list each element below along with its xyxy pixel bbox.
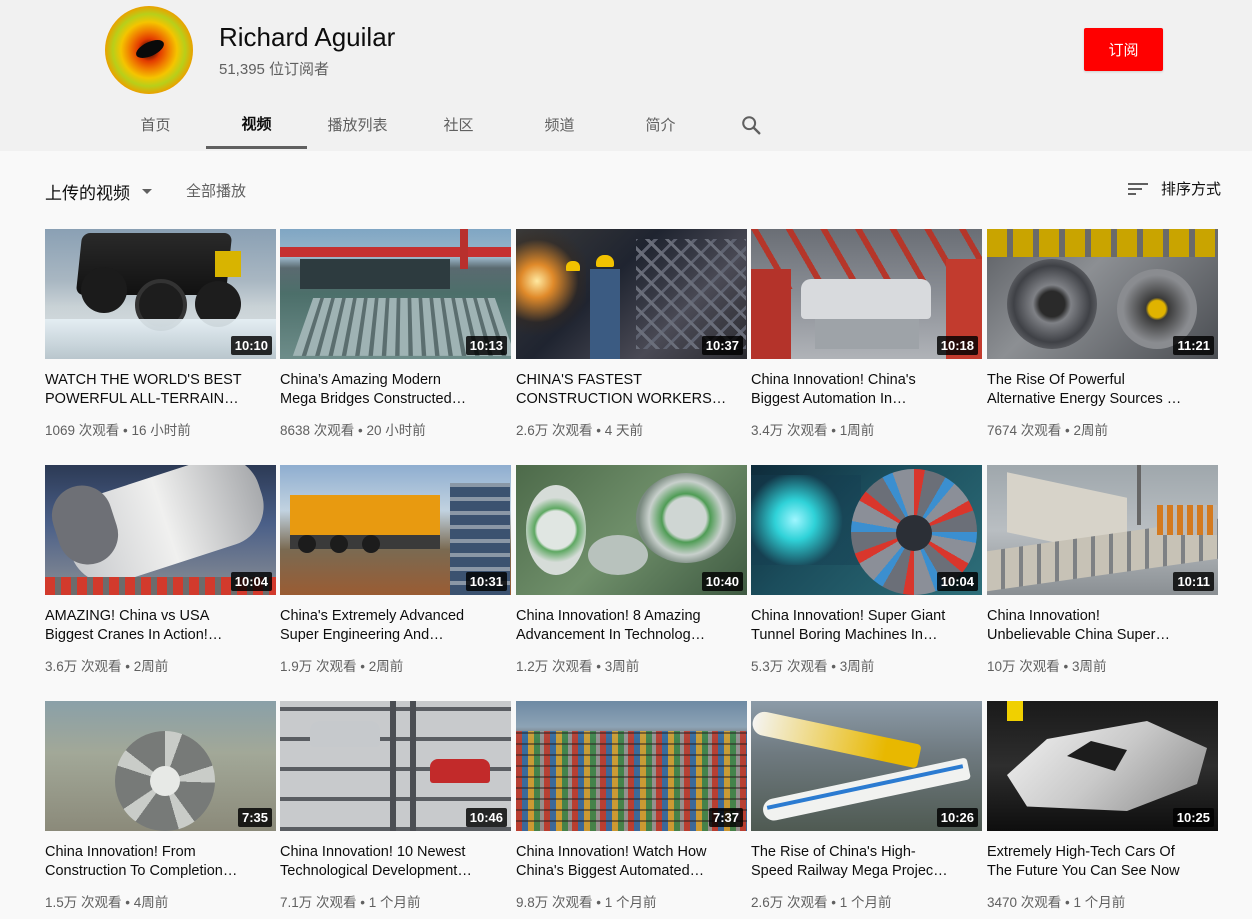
channel-header: Richard Aguilar 51,395 位订阅者 订阅 首页 视频 播放列… bbox=[0, 0, 1252, 151]
tab-playlists[interactable]: 播放列表 bbox=[307, 100, 408, 149]
video-card[interactable]: 10:13 China’s Amazing Modern Mega Bridges… bbox=[280, 229, 511, 439]
video-thumbnail[interactable]: 10:40 bbox=[516, 465, 747, 595]
video-thumbnail[interactable]: 10:25 bbox=[987, 701, 1218, 831]
video-card[interactable]: 10:37 CHINA'S FASTEST CONSTRUCTION WORKER… bbox=[516, 229, 747, 439]
video-card[interactable]: 10:10 WATCH THE WORLD'S BEST POWERFUL ALL… bbox=[45, 229, 276, 439]
video-title[interactable]: Extremely High-Tech Cars Of The Future Yo… bbox=[987, 843, 1218, 881]
video-meta: 2.6万 次观看 • 4 天前 bbox=[516, 423, 644, 438]
tab-community[interactable]: 社区 bbox=[408, 100, 509, 149]
video-duration: 10:10 bbox=[230, 336, 272, 355]
video-meta: 3.6万 次观看 • 2周前 bbox=[45, 659, 169, 674]
video-meta: 3.4万 次观看 • 1周前 bbox=[751, 423, 875, 438]
video-thumbnail[interactable]: 10:46 bbox=[280, 701, 511, 831]
video-duration: 7:37 bbox=[708, 808, 743, 827]
channel-tabs: 首页 视频 播放列表 社区 频道 简介 bbox=[105, 100, 791, 151]
video-card[interactable]: 10:11 China Innovation! Unbelievable Chin… bbox=[987, 465, 1218, 675]
subscriber-count: 51,395 位订阅者 bbox=[219, 61, 330, 78]
video-meta: 1069 次观看 • 16 小时前 bbox=[45, 423, 191, 438]
video-thumbnail[interactable]: 10:10 bbox=[45, 229, 276, 359]
video-title[interactable]: The Rise Of Powerful Alternative Energy S… bbox=[987, 371, 1218, 409]
video-title[interactable]: China Innovation! China's Biggest Automat… bbox=[751, 371, 982, 409]
video-title[interactable]: China Innovation! Unbelievable China Supe… bbox=[987, 607, 1218, 645]
tab-home[interactable]: 首页 bbox=[105, 100, 206, 149]
subscribe-button[interactable]: 订阅 bbox=[1084, 28, 1163, 71]
video-duration: 10:04 bbox=[230, 572, 272, 591]
search-icon[interactable] bbox=[711, 100, 791, 149]
video-meta: 5.3万 次观看 • 3周前 bbox=[751, 659, 875, 674]
video-title[interactable]: CHINA'S FASTEST CONSTRUCTION WORKERS… bbox=[516, 371, 747, 409]
video-duration: 10:37 bbox=[701, 336, 743, 355]
video-title[interactable]: China Innovation! Watch How China's Bigge… bbox=[516, 843, 747, 881]
video-meta: 7674 次观看 • 2周前 bbox=[987, 423, 1109, 438]
video-meta: 8638 次观看 • 20 小时前 bbox=[280, 423, 426, 438]
video-meta: 2.6万 次观看 • 1 个月前 bbox=[751, 895, 892, 910]
video-duration: 10:18 bbox=[936, 336, 978, 355]
video-meta: 9.8万 次观看 • 1 个月前 bbox=[516, 895, 657, 910]
video-thumbnail[interactable]: 7:37 bbox=[516, 701, 747, 831]
video-duration: 10:11 bbox=[1173, 572, 1214, 591]
video-card[interactable]: 10:26 The Rise of China's High- Speed Rai… bbox=[751, 701, 982, 911]
video-meta: 1.2万 次观看 • 3周前 bbox=[516, 659, 640, 674]
video-thumbnail[interactable]: 10:26 bbox=[751, 701, 982, 831]
video-card[interactable]: 7:37 China Innovation! Watch How China's … bbox=[516, 701, 747, 911]
video-thumbnail[interactable]: 10:31 bbox=[280, 465, 511, 595]
tab-channels[interactable]: 频道 bbox=[509, 100, 610, 149]
video-duration: 11:21 bbox=[1173, 336, 1214, 355]
video-card[interactable]: 10:18 China Innovation! China's Biggest A… bbox=[751, 229, 982, 439]
video-card[interactable]: 11:21 The Rise Of Powerful Alternative En… bbox=[987, 229, 1218, 439]
sort-button[interactable]: 排序方式 bbox=[1127, 178, 1221, 199]
video-card[interactable]: 10:25 Extremely High-Tech Cars Of The Fut… bbox=[987, 701, 1218, 911]
video-card[interactable]: 10:31 China's Extremely Advanced Super En… bbox=[280, 465, 511, 675]
video-thumbnail[interactable]: 10:37 bbox=[516, 229, 747, 359]
video-thumbnail[interactable]: 11:21 bbox=[987, 229, 1218, 359]
video-duration: 10:25 bbox=[1172, 808, 1214, 827]
video-title[interactable]: China Innovation! 10 Newest Technological… bbox=[280, 843, 511, 881]
video-duration: 10:04 bbox=[936, 572, 978, 591]
video-duration: 10:40 bbox=[701, 572, 743, 591]
video-title[interactable]: China's Extremely Advanced Super Engineer… bbox=[280, 607, 511, 645]
video-card[interactable]: 10:04 China Innovation! Super Giant Tunne… bbox=[751, 465, 982, 675]
video-meta: 1.5万 次观看 • 4周前 bbox=[45, 895, 169, 910]
video-thumbnail[interactable]: 7:35 bbox=[45, 701, 276, 831]
channel-avatar[interactable] bbox=[105, 6, 193, 94]
video-title[interactable]: China’s Amazing Modern Mega Bridges Const… bbox=[280, 371, 511, 409]
video-toolbar: 上传的视频 全部播放 排序方式 bbox=[45, 176, 1225, 204]
tab-videos[interactable]: 视频 bbox=[206, 100, 307, 149]
video-title[interactable]: AMAZING! China vs USA Biggest Cranes In A… bbox=[45, 607, 276, 645]
sort-icon bbox=[1127, 181, 1148, 197]
play-all-button[interactable]: 全部播放 bbox=[186, 180, 246, 201]
uploads-label: 上传的视频 bbox=[45, 184, 130, 203]
video-title[interactable]: China Innovation! From Construction To Co… bbox=[45, 843, 276, 881]
video-thumbnail[interactable]: 10:04 bbox=[45, 465, 276, 595]
video-thumbnail[interactable]: 10:04 bbox=[751, 465, 982, 595]
video-duration: 10:26 bbox=[936, 808, 978, 827]
caret-down-icon bbox=[142, 189, 152, 194]
video-card[interactable]: 10:04 AMAZING! China vs USA Biggest Crane… bbox=[45, 465, 276, 675]
video-meta: 1.9万 次观看 • 2周前 bbox=[280, 659, 404, 674]
video-duration: 10:13 bbox=[465, 336, 507, 355]
video-thumbnail[interactable]: 10:13 bbox=[280, 229, 511, 359]
video-card[interactable]: 10:40 China Innovation! 8 Amazing Advance… bbox=[516, 465, 747, 675]
video-thumbnail[interactable]: 10:18 bbox=[751, 229, 982, 359]
video-duration: 10:46 bbox=[465, 808, 507, 827]
video-duration: 7:35 bbox=[237, 808, 272, 827]
video-card[interactable]: 10:46 China Innovation! 10 Newest Technol… bbox=[280, 701, 511, 911]
video-meta: 10万 次观看 • 3周前 bbox=[987, 659, 1107, 674]
video-meta: 3470 次观看 • 1 个月前 bbox=[987, 895, 1126, 910]
video-card[interactable]: 7:35 China Innovation! From Construction … bbox=[45, 701, 276, 911]
sort-label: 排序方式 bbox=[1160, 181, 1221, 198]
channel-name: Richard Aguilar bbox=[219, 22, 396, 52]
video-title[interactable]: The Rise of China's High- Speed Railway M… bbox=[751, 843, 982, 881]
video-title[interactable]: WATCH THE WORLD'S BEST POWERFUL ALL-TERRA… bbox=[45, 371, 276, 409]
video-title[interactable]: China Innovation! 8 Amazing Advancement I… bbox=[516, 607, 747, 645]
video-title[interactable]: China Innovation! Super Giant Tunnel Bori… bbox=[751, 607, 982, 645]
video-thumbnail[interactable]: 10:11 bbox=[987, 465, 1218, 595]
video-meta: 7.1万 次观看 • 1 个月前 bbox=[280, 895, 421, 910]
uploads-dropdown[interactable]: 上传的视频 bbox=[45, 179, 152, 204]
video-duration: 10:31 bbox=[465, 572, 507, 591]
tab-about[interactable]: 简介 bbox=[610, 100, 711, 149]
